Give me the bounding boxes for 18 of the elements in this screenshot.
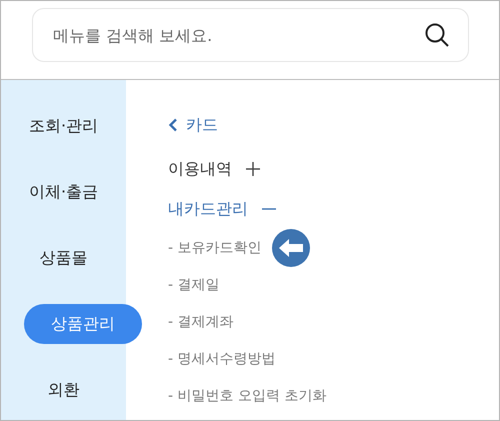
submenu-item[interactable]: - 명세서수령방법: [168, 350, 276, 368]
plus-icon[interactable]: [246, 162, 260, 176]
sidebar-item[interactable]: 이체·출금: [1, 172, 126, 212]
sidebar-item[interactable]: 상품관리: [24, 304, 142, 344]
submenu-item[interactable]: - 보유카드확인: [168, 238, 262, 256]
submenu-item[interactable]: - 결제일: [168, 276, 220, 294]
search-field[interactable]: 메뉴를 검색해 보세요.: [51, 24, 424, 46]
back-link[interactable]: 카드: [186, 114, 218, 136]
menu-group[interactable]: 내카드관리: [168, 198, 248, 220]
sidebar-item[interactable]: 외환: [1, 370, 126, 410]
back-chevron-icon[interactable]: [168, 118, 178, 132]
submenu-item[interactable]: - 결제계좌: [168, 312, 234, 330]
submenu-item[interactable]: - 비밀번호 오입력 초기화: [168, 386, 326, 404]
sidebar-item[interactable]: 조회·관리: [1, 106, 126, 146]
search-bar[interactable]: 메뉴를 검색해 보세요.: [32, 8, 469, 62]
search-icon[interactable]: [424, 22, 450, 48]
sidebar-item[interactable]: 상품몰: [1, 238, 126, 278]
menu-group[interactable]: 이용내역: [168, 158, 232, 180]
